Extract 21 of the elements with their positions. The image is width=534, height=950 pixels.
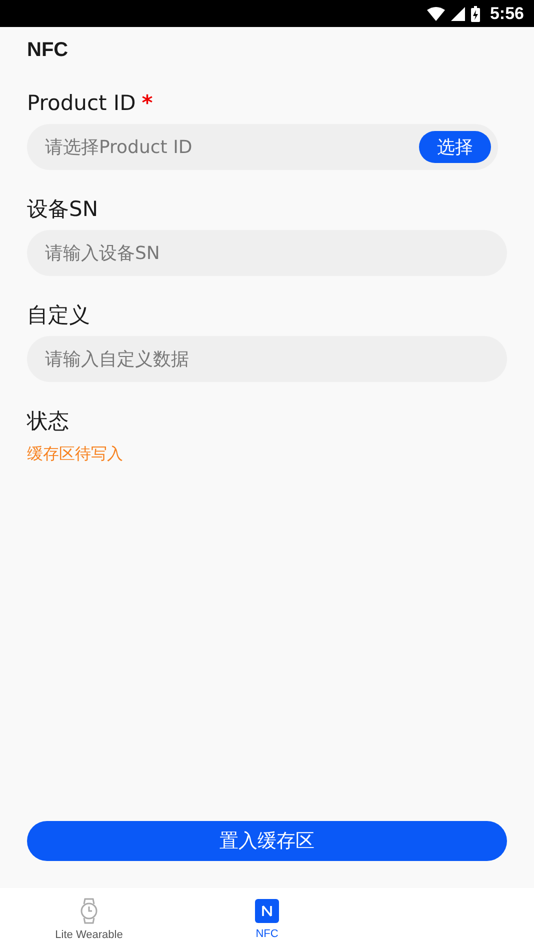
- tab[interactable]: NFC: [178, 888, 356, 950]
- status-label: 状态: [27, 408, 69, 435]
- select-button[interactable]: 选择: [419, 131, 491, 163]
- field-placeholder: 请选择Product ID: [45, 136, 192, 159]
- input-field[interactable]: 请输入自定义数据: [27, 336, 507, 382]
- cache-button[interactable]: 置入缓存区: [27, 821, 507, 861]
- status-time: 5:56: [490, 4, 524, 24]
- nfc-icon: [255, 898, 279, 922]
- signal-icon: [450, 6, 465, 20]
- field-label: 自定义: [27, 302, 90, 329]
- status-value: 缓存区待写入: [27, 444, 124, 465]
- page-title: NFC: [27, 39, 70, 62]
- select-field[interactable]: 请选择Product ID 选择: [27, 124, 498, 170]
- field-label: 设备SN: [27, 196, 98, 223]
- required-mark: *: [142, 91, 153, 115]
- wifi-icon: [426, 6, 445, 20]
- input-field[interactable]: 请输入设备SN: [27, 230, 507, 276]
- tab[interactable]: Lite Wearable: [0, 888, 178, 950]
- battery-icon: [470, 6, 480, 22]
- watch-icon: [79, 898, 99, 924]
- field-label: Product ID: [27, 91, 136, 115]
